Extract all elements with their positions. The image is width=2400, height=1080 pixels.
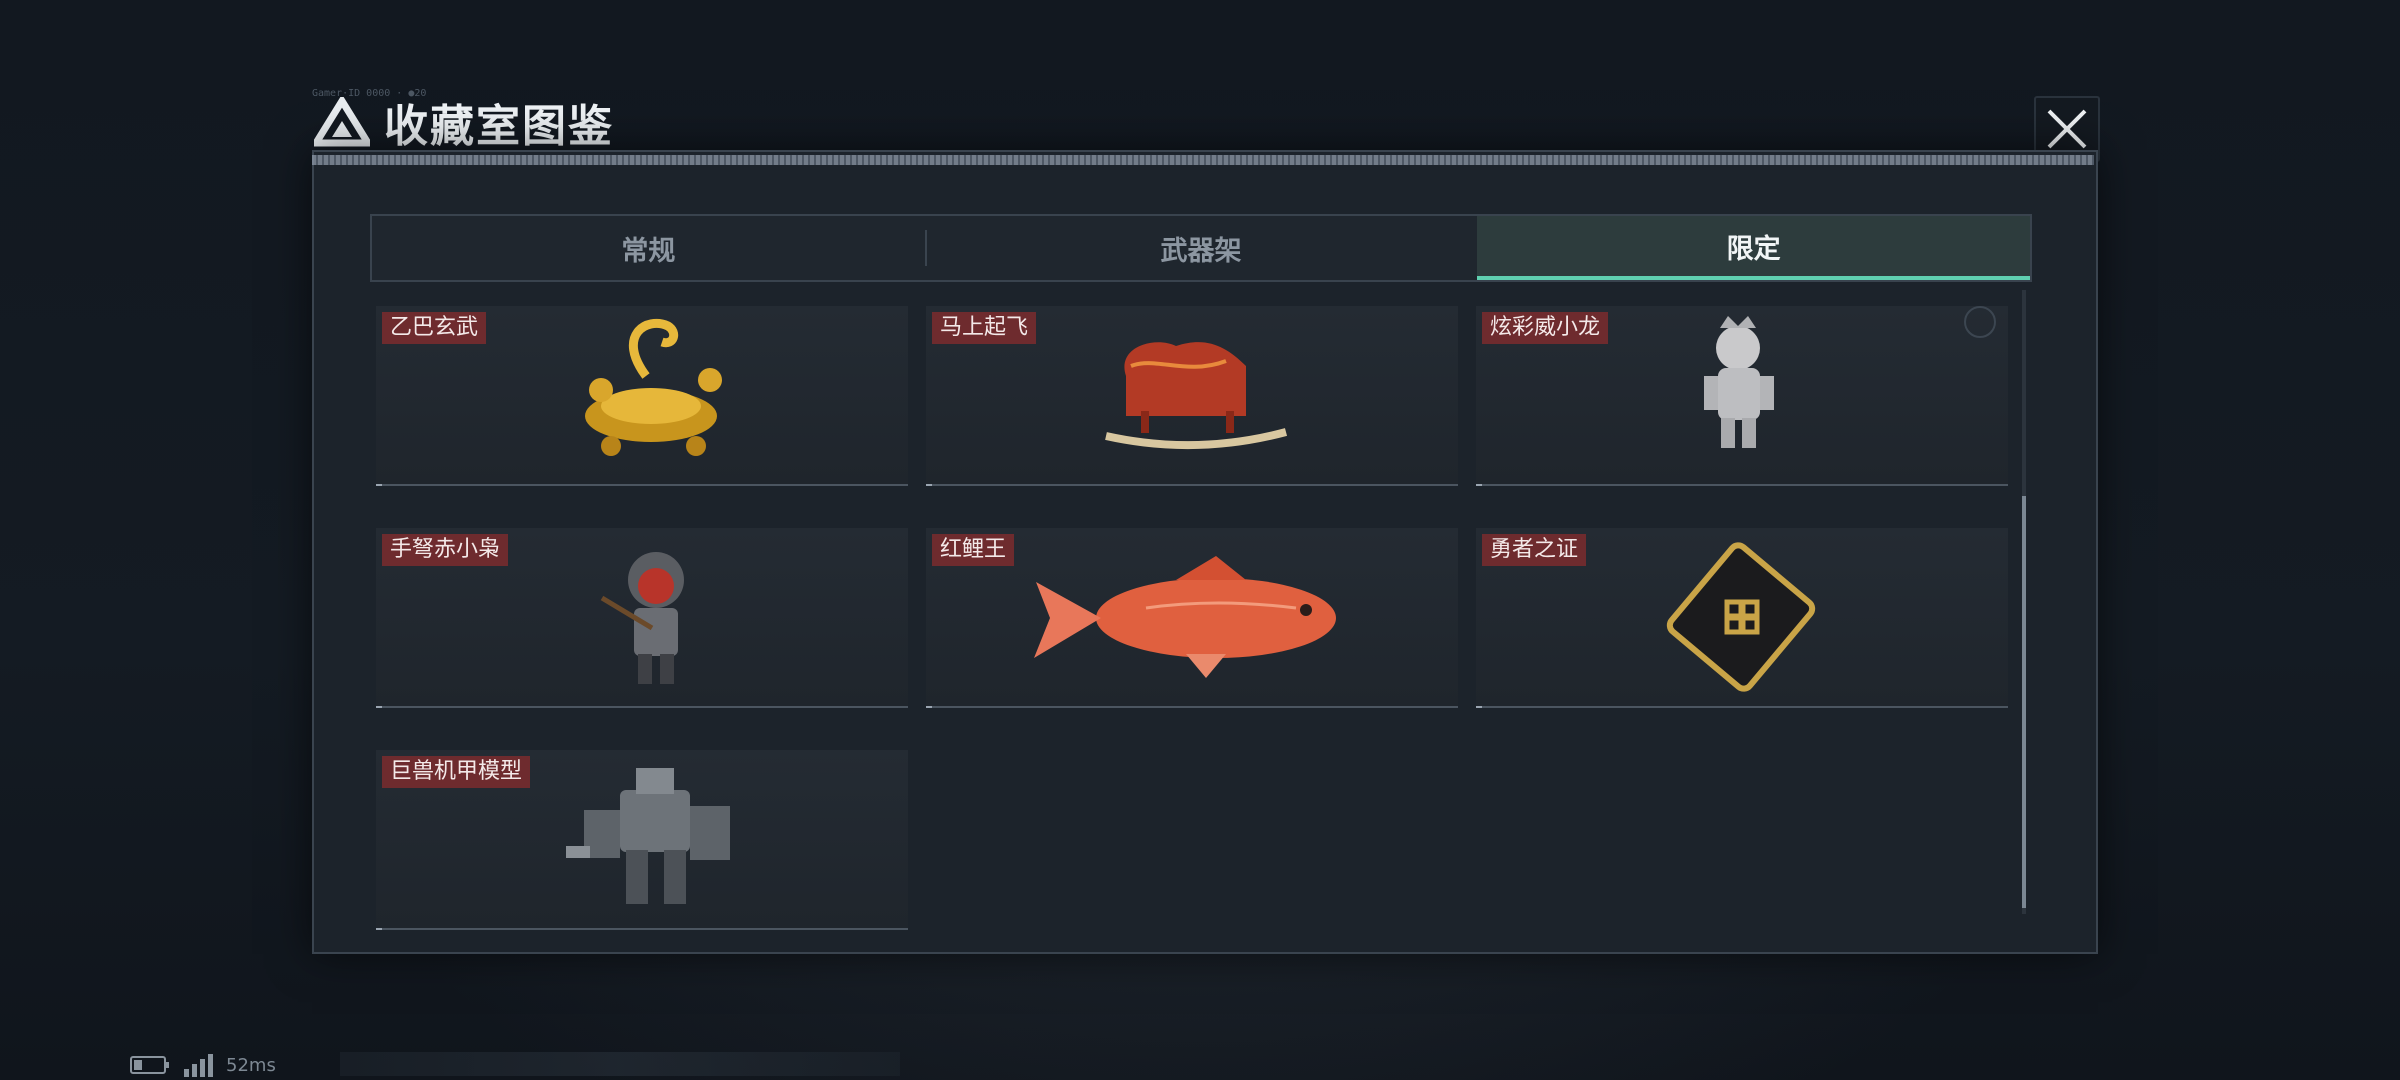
item-label: 马上起飞 [932, 312, 1037, 344]
item-label: 炫彩威小龙 [1482, 312, 1609, 344]
close-icon [2047, 109, 2087, 149]
item-card-owl[interactable]: 手弩赤小枭 [376, 528, 908, 708]
panel-header: 收藏室图鉴 [314, 92, 614, 152]
tab-limited[interactable]: 限定 [1477, 216, 2031, 280]
item-grid: 乙巴玄武 马上起飞 炫彩威小龙 手弩赤小枭 红鲤王 勇者之证 巨兽机甲模型 [376, 306, 2008, 930]
panel-top-divider [312, 155, 2094, 165]
item-card-dragon[interactable]: 炫彩威小龙 [1476, 306, 2008, 486]
item-card-badge[interactable]: 勇者之证 [1476, 528, 2008, 708]
collected-indicator [1964, 306, 1996, 338]
tab-regular[interactable]: 常规 [372, 216, 925, 280]
ping-readout: 52ms [226, 1054, 276, 1076]
item-label: 勇者之证 [1482, 534, 1587, 566]
item-card-carp[interactable]: 红鲤王 [926, 528, 1458, 708]
item-card-mech[interactable]: 巨兽机甲模型 [376, 750, 908, 930]
page-title: 收藏室图鉴 [384, 101, 614, 152]
scroll-thumb[interactable] [2022, 496, 2026, 908]
item-label: 红鲤王 [932, 534, 1015, 566]
item-card-xuanwu[interactable]: 乙巴玄武 [376, 306, 908, 486]
status-bar: 52ms [130, 1053, 276, 1077]
blurred-status-info [340, 1052, 900, 1076]
item-label: 手弩赤小枭 [382, 534, 509, 566]
battery-icon [130, 1056, 169, 1074]
grid-scrollbar[interactable] [2022, 290, 2026, 914]
tab-weapon-rack[interactable]: 武器架 [924, 216, 1478, 280]
signal-icon [184, 1054, 213, 1077]
category-tabs: 常规 武器架 限定 [370, 214, 2032, 282]
item-label: 巨兽机甲模型 [382, 756, 531, 788]
item-card-horse[interactable]: 马上起飞 [926, 306, 1458, 486]
item-label: 乙巴玄武 [382, 312, 487, 344]
triangle-emblem-icon [314, 97, 370, 147]
